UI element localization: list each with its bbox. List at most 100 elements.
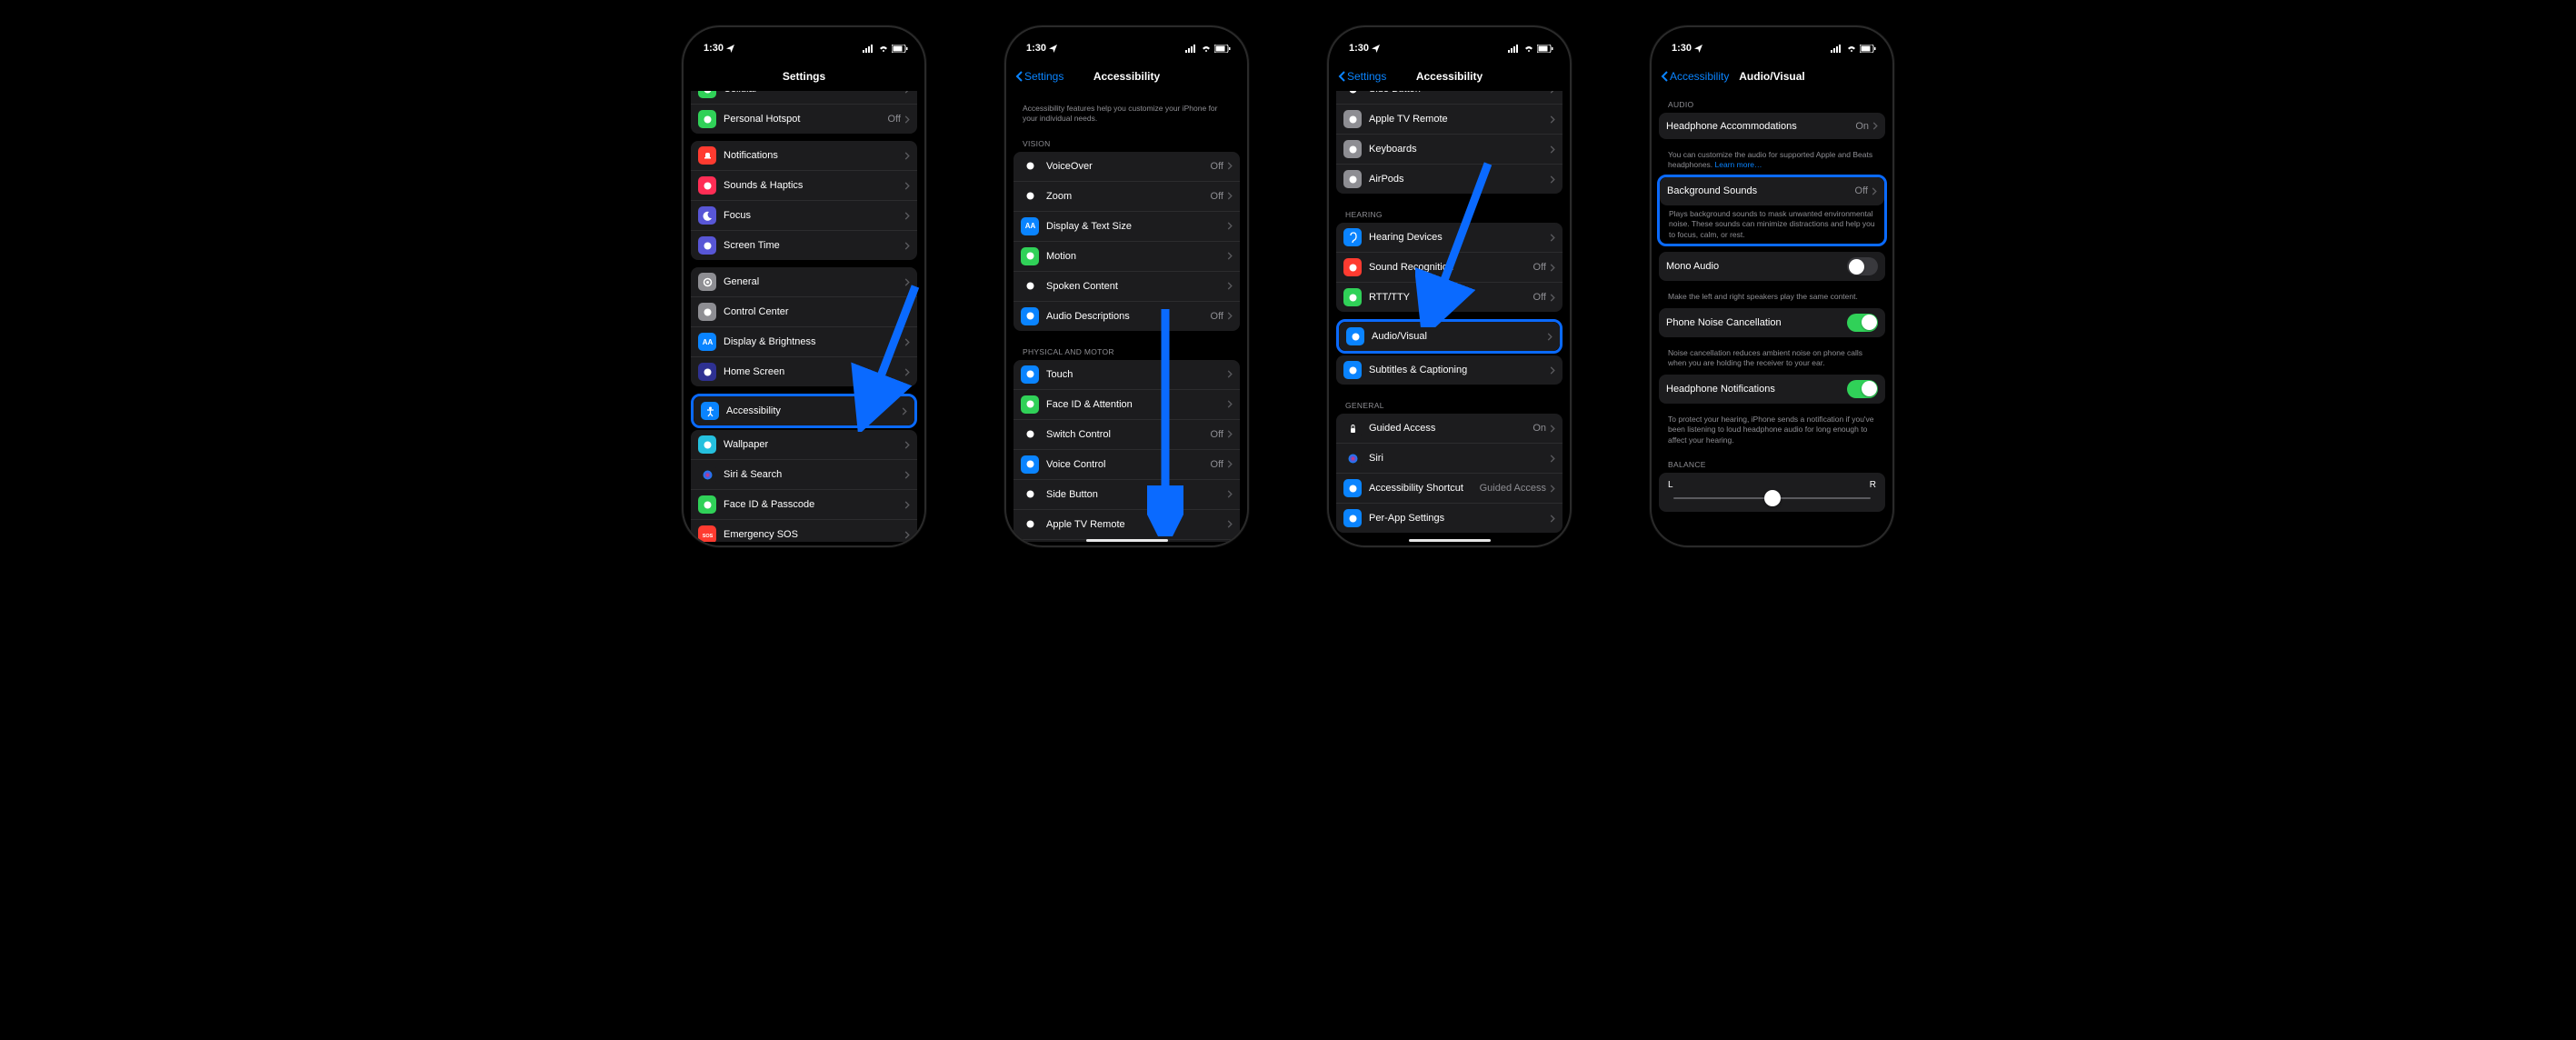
chevron-icon — [904, 368, 910, 376]
chevron-icon — [1227, 282, 1233, 290]
row-audio-visual[interactable]: Audio/Visual — [1339, 322, 1560, 351]
row-background-sounds[interactable]: Background Sounds Off — [1660, 177, 1884, 205]
row-apple-tv-remote[interactable]: Apple TV Remote — [1013, 510, 1240, 540]
row-personal-hotspot[interactable]: Personal HotspotOff — [691, 105, 917, 134]
row-wallpaper[interactable]: Wallpaper — [691, 430, 917, 460]
row-audio-descriptions[interactable]: Audio DescriptionsOff — [1013, 302, 1240, 331]
row-side-button[interactable]: Side Button — [1013, 480, 1240, 510]
chevron-icon — [904, 531, 910, 539]
back-button[interactable]: Settings — [1015, 70, 1063, 83]
section-physical-label: PHYSICAL AND MOTOR — [1013, 338, 1240, 360]
chevron-icon — [1227, 162, 1233, 170]
battery-icon — [1214, 45, 1231, 53]
row-accessibility-shortcut[interactable]: Accessibility ShortcutGuided Access — [1336, 474, 1563, 504]
row-sounds-haptics[interactable]: Sounds & Haptics — [691, 171, 917, 201]
back-button[interactable]: Accessibility — [1661, 70, 1729, 83]
row-value: Guided Access — [1480, 483, 1546, 494]
faceid-icon — [1021, 395, 1039, 414]
row-per-app-settings[interactable]: Per-App Settings — [1336, 504, 1563, 533]
status-right — [863, 45, 908, 53]
home-indicator[interactable] — [1409, 539, 1491, 542]
row-face-id-attention[interactable]: Face ID & Attention — [1013, 390, 1240, 420]
row-headphone-notifications[interactable]: Headphone Notifications — [1659, 375, 1885, 404]
row-label: Sounds & Haptics — [724, 180, 904, 191]
row-control-center[interactable]: Control Center — [691, 297, 917, 327]
notch — [1395, 27, 1504, 47]
row-general[interactable]: General — [691, 267, 917, 297]
row-zoom[interactable]: ZoomOff — [1013, 182, 1240, 212]
row-spoken-content[interactable]: Spoken Content — [1013, 272, 1240, 302]
row-touch[interactable]: Touch — [1013, 360, 1240, 390]
row-screen-time[interactable]: Screen Time — [691, 231, 917, 260]
row-keyboards[interactable]: Keyboards — [1336, 135, 1563, 165]
row-rtt-tty[interactable]: RTT/TTYOff — [1336, 283, 1563, 312]
section-vision-label: VISION — [1013, 130, 1240, 152]
chevron-icon — [904, 308, 910, 316]
row-siri-search[interactable]: Siri & Search — [691, 460, 917, 490]
bg-sounds-footer: Plays background sounds to mask unwanted… — [1660, 205, 1884, 244]
row-label: Display & Brightness — [724, 336, 904, 347]
row-label: Siri — [1369, 453, 1550, 464]
settings-content[interactable]: CellularPersonal HotspotOff Notification… — [684, 91, 924, 542]
row-display-text-size[interactable]: AADisplay & Text Size — [1013, 212, 1240, 242]
bell-icon — [698, 146, 716, 165]
row-accessibility[interactable]: Accessibility — [694, 396, 914, 425]
row-side-button[interactable]: Side Button — [1336, 91, 1563, 105]
learn-more-link[interactable]: Learn more… — [1715, 160, 1762, 169]
row-switch-control[interactable]: Switch ControlOff — [1013, 420, 1240, 450]
audio-visual-content[interactable]: AUDIO Headphone Accommodations On You ca… — [1652, 91, 1892, 542]
back-button[interactable]: Settings — [1338, 70, 1386, 83]
wifi-icon — [1201, 45, 1212, 53]
mono-toggle[interactable] — [1847, 257, 1878, 275]
row-sound-recognition[interactable]: Sound RecognitionOff — [1336, 253, 1563, 283]
chevron-icon — [1550, 455, 1555, 463]
row-label: Focus — [724, 210, 904, 221]
slider-thumb[interactable] — [1764, 490, 1781, 506]
chevron-icon — [904, 471, 910, 479]
row-airpods[interactable]: AirPods — [1336, 165, 1563, 194]
row-noise-cancellation[interactable]: Phone Noise Cancellation — [1659, 308, 1885, 337]
row-home-screen[interactable]: Home Screen — [691, 357, 917, 386]
accessibility-content[interactable]: Side ButtonApple TV RemoteKeyboardsAirPo… — [1329, 91, 1570, 542]
row-face-id-passcode[interactable]: Face ID & Passcode — [691, 490, 917, 520]
nav-bar: Settings — [684, 62, 924, 91]
row-label: Face ID & Attention — [1046, 399, 1227, 410]
group-physical-cont: Side ButtonApple TV RemoteKeyboardsAirPo… — [1336, 91, 1563, 194]
row-emergency-sos[interactable]: SOSEmergency SOS — [691, 520, 917, 542]
accessibility-content[interactable]: Accessibility features help you customiz… — [1006, 91, 1247, 542]
home-indicator[interactable] — [1086, 539, 1168, 542]
row-apple-tv-remote[interactable]: Apple TV Remote — [1336, 105, 1563, 135]
row-subtitles-captioning[interactable]: Subtitles & Captioning — [1336, 355, 1563, 385]
section-audio-label: AUDIO — [1659, 91, 1885, 113]
nav-title: Audio/Visual — [1739, 70, 1804, 83]
row-label: Zoom — [1046, 191, 1211, 202]
chevron-icon — [1547, 333, 1553, 341]
balance-right-label: R — [1870, 480, 1876, 490]
row-voice-control[interactable]: Voice ControlOff — [1013, 450, 1240, 480]
signal-icon — [863, 45, 875, 53]
row-display-brightness[interactable]: AADisplay & Brightness — [691, 327, 917, 357]
noise-toggle[interactable] — [1847, 314, 1878, 332]
row-siri[interactable]: Siri — [1336, 444, 1563, 474]
row-label: Subtitles & Captioning — [1369, 365, 1550, 375]
phone-accessibility: 1:30 Settings Accessibility Accessibilit… — [1006, 27, 1247, 545]
signal-icon — [1508, 45, 1521, 53]
row-hearing-devices[interactable]: Hearing Devices — [1336, 223, 1563, 253]
row-focus[interactable]: Focus — [691, 201, 917, 231]
row-mono-audio[interactable]: Mono Audio — [1659, 252, 1885, 281]
row-voiceover[interactable]: VoiceOverOff — [1013, 152, 1240, 182]
row-cellular[interactable]: Cellular — [691, 91, 917, 105]
chevron-icon — [904, 278, 910, 286]
row-label: Mono Audio — [1666, 261, 1847, 272]
row-notifications[interactable]: Notifications — [691, 141, 917, 171]
balance-slider[interactable] — [1673, 497, 1871, 499]
row-label: Sound Recognition — [1369, 262, 1533, 273]
notch — [1073, 27, 1182, 47]
row-motion[interactable]: Motion — [1013, 242, 1240, 272]
noise-footer: Noise cancellation reduces ambient noise… — [1659, 345, 1885, 375]
group-general: GeneralControl CenterAADisplay & Brightn… — [691, 267, 917, 386]
row-headphone-accommodations[interactable]: Headphone Accommodations On — [1659, 113, 1885, 139]
notif-toggle[interactable] — [1847, 380, 1878, 398]
row-guided-access[interactable]: Guided AccessOn — [1336, 414, 1563, 444]
row-label: Background Sounds — [1667, 185, 1855, 196]
